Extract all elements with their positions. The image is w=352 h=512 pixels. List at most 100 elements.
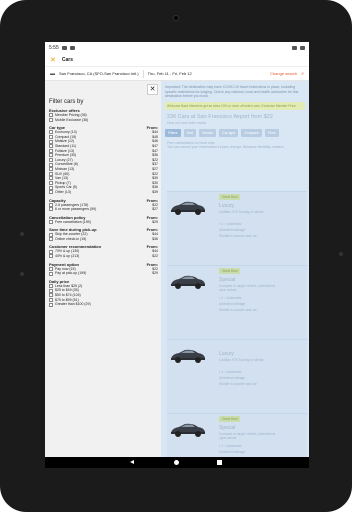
transmission: Automatic [226, 444, 242, 448]
settings-icon [61, 45, 67, 50]
close-icon[interactable]: ✕ [50, 56, 56, 64]
cancellation-section: Cancellation policy From: Free cancellati… [49, 215, 158, 225]
recents-icon[interactable] [217, 460, 222, 465]
checkbox[interactable] [49, 254, 53, 259]
car-result-card[interactable]: Great Deal Special Compact or larger vehic… [167, 413, 307, 457]
car-result-card[interactable]: Luxury Cadillac XT5 Touring or similar ▪ 4… [167, 339, 307, 413]
filter-label: 6 or more passengers (59) [55, 207, 97, 212]
page-title: Cars [61, 56, 73, 63]
car-icon: ▬ [50, 70, 55, 77]
filter-label: Greater than $100 (29) [55, 302, 91, 307]
filters-button[interactable]: Filters [165, 128, 181, 137]
deal-badge: Great Deal [219, 268, 241, 274]
back-icon[interactable] [130, 460, 134, 464]
car-result-card[interactable]: Great Deal Luxury Cadillac XT6 Touring or … [167, 191, 307, 265]
transmission: Automatic [226, 222, 242, 226]
checkbox[interactable] [49, 117, 53, 122]
filter-price: $22 [152, 254, 158, 259]
car-class: Luxury [219, 203, 235, 209]
status-bar: 5:55 [45, 42, 309, 53]
search-dates: Thu, Feb 11 - Fri, Feb 12 [147, 71, 192, 76]
side-dot [339, 252, 343, 256]
seats-count: 4 [221, 444, 223, 448]
save-time-section: Save time during pick-up From: Skip the c… [49, 227, 158, 242]
seats-info: ▪ 4 ▪ Automatic [219, 444, 242, 448]
filter-title: Filter cars by [49, 99, 84, 105]
filter-label: Online check-in (15) [55, 236, 87, 241]
shuttle-info: Shuttle to counter and car [219, 382, 257, 386]
exclusive-offers-section: Exclusive offers Member Pricing (36) Mob… [49, 108, 158, 122]
car-description: Compact or larger vehicle, determined up… [219, 284, 275, 293]
sort-info-link[interactable]: How our sort order works [167, 121, 303, 125]
mileage-info: Unlimited mileage [219, 228, 246, 232]
close-filters-button[interactable]: ✕ [147, 84, 158, 95]
seats-count: 4 [221, 370, 223, 374]
filter-label: Pay at pick-up (199) [55, 271, 87, 276]
filter-label: 40% & up (213) [55, 254, 80, 259]
seats-info: ▪ 4 ▪ Automatic [219, 370, 242, 374]
daily-price-section: Daily price Less than $25 (2) $25 to $49 … [49, 279, 158, 307]
filter-price: $36 [152, 236, 158, 241]
home-icon[interactable] [174, 460, 179, 465]
car-description: Cadillac XT5 Touring or similar [219, 358, 264, 362]
car-class: Luxury [219, 351, 235, 357]
filter-option[interactable]: 6 or more passengers (59) $27 [49, 207, 158, 212]
status-time: 5:55 [49, 44, 59, 51]
transmission: Automatic [226, 370, 242, 374]
checkbox[interactable] [49, 190, 53, 195]
deal-badge: Great Deal [219, 416, 241, 422]
search-icon[interactable]: ⌕ [301, 71, 304, 77]
car-description: Cadillac XT6 Touring or similar [219, 210, 264, 214]
car-type-section: Car type From: Economy (13) $44 Compact (15… [49, 125, 158, 195]
car-class: Special [219, 425, 236, 431]
lock-icon [69, 45, 75, 50]
app-bar: ✕ Cars [45, 53, 309, 67]
filter-label: Mobile Exclusive (36) [55, 117, 89, 122]
seats-count: 4 [221, 296, 223, 300]
side-dot [20, 232, 24, 236]
seats-count: 4 [221, 222, 223, 226]
nav-bar [45, 457, 309, 468]
checkbox[interactable] [49, 237, 53, 242]
filter-option[interactable]: Online check-in (15) $36 [49, 237, 158, 242]
battery-icon [300, 45, 305, 50]
checkbox[interactable] [49, 302, 53, 307]
sort-tab[interactable]: Compare [241, 128, 262, 137]
filter-price: $29 [152, 219, 158, 224]
car-result-card[interactable]: Great Deal Special Compact or larger vehic… [167, 265, 307, 339]
search-summary: ▬ San Francisco, CA (SFO-San Francisco I… [45, 67, 309, 81]
shuttle-info: Shuttle to counter and car [219, 308, 257, 312]
filter-option[interactable]: Free cancellation (199) $29 [49, 220, 158, 225]
divider [142, 69, 144, 78]
car-class: Special [219, 277, 236, 283]
filter-price: $27 [152, 207, 158, 212]
checkbox[interactable] [49, 207, 53, 212]
sort-tab[interactable]: Sort [183, 128, 196, 137]
change-search-link[interactable]: Change search [270, 71, 297, 76]
payment-section: Payment option From: Pay now (15) $22 Pay a… [49, 262, 158, 276]
capacity-section: Capacity From: 2-5 passengers (178) $22 6 o… [49, 198, 158, 212]
mileage-info: Unlimited mileage [219, 450, 246, 454]
member-banner: Welcome Back Members get an extra 10% or… [165, 101, 305, 110]
tablet-frame: 5:55 ✕ Cars ▬ San Francisco, CA (SFO-San… [0, 0, 352, 512]
sort-tab[interactable]: Vendor [198, 128, 217, 137]
checkbox[interactable] [49, 219, 53, 224]
recommendation-section: Customer recommendation From: 70% & up (1… [49, 244, 158, 259]
front-camera [173, 15, 179, 21]
side-dot [20, 272, 24, 276]
sort-tab[interactable]: Price [264, 128, 279, 137]
car-image [171, 275, 205, 289]
free-cancellation-info: Free cancellation on most cars You can c… [167, 141, 303, 150]
filter-price: $29 [152, 271, 158, 276]
filter-option[interactable]: 40% & up (213) $22 [49, 254, 158, 259]
filter-option[interactable]: Other (13) $39 [49, 190, 158, 195]
filter-bar: Filters Sort Vendor Car type Compare Pri… [161, 128, 309, 137]
search-location: San Francisco, CA (SFO-San Francisco Int… [59, 71, 139, 76]
results-count: 236 Cars at San Francisco Airport from $… [167, 113, 273, 120]
filter-option[interactable]: Pay at pick-up (199) $29 [49, 271, 158, 276]
filter-option[interactable]: Greater than $100 (29) [49, 302, 158, 307]
filter-label: Other (13) [55, 189, 71, 194]
checkbox[interactable] [49, 271, 53, 276]
deal-badge: Great Deal [219, 194, 241, 200]
sort-tab[interactable]: Car type [219, 128, 239, 137]
